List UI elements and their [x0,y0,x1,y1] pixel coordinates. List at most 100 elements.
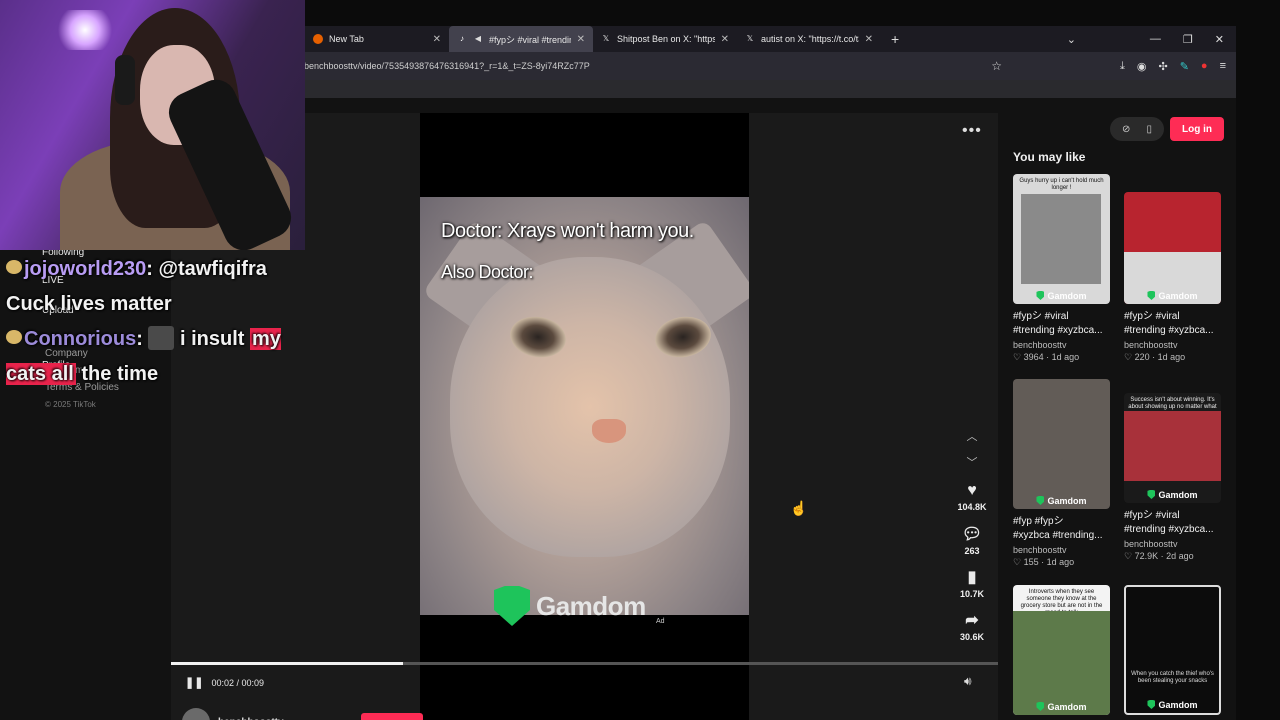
follow-button[interactable] [361,713,423,720]
video-frame[interactable] [420,197,749,615]
pause-icon[interactable]: ❚❚ [185,676,203,689]
thumbnail-image [1021,194,1101,284]
gamdom-watermark: Gamdom [1124,490,1221,500]
gamdom-watermark: Gamdom [1013,291,1110,301]
card-title[interactable]: #fypシ #viral #trending #xyzbca... [1013,310,1110,338]
extensions-icon[interactable]: ✣ [1158,60,1167,73]
download-icon[interactable]: ⤓ [1120,60,1125,73]
top-controls: ⊘ ▯ Log in [1110,117,1224,141]
video-thumbnail[interactable]: Guys hurry up i can't hold much longer !… [1013,174,1110,304]
video-thumbnail[interactable]: Success isn't about winning. It's about … [1124,393,1221,503]
save-button[interactable]: ▮ 10.7K [952,567,992,599]
thumbnail-overlay-text: Success isn't about winning. It's about … [1128,397,1217,410]
address-bar[interactable]: benchboosttv/video/7535493876476316941?_… [300,56,1006,76]
volume-icon[interactable]: 🔊︎ [964,674,972,689]
video-caption-line1: Doctor: Xrays won't harm you. [441,220,694,242]
close-icon[interactable]: ✕ [721,34,729,45]
chat-overlay: jojoworld230: @tawfiqifra Cuck lives mat… [6,252,306,392]
recommended-video-card[interactable]: Gamdom #fyp #fypシ #xyzbca #trending... b… [1013,379,1110,568]
chat-message: Connorious: i insult my cats all the tim… [6,326,281,385]
close-window-icon[interactable]: ✕ [1215,33,1224,46]
restore-icon[interactable]: ❐ [1183,33,1193,46]
like-button[interactable]: ♥ 104.8K [952,482,992,512]
avatar [182,708,210,720]
card-title[interactable]: #fypシ #viral #trending #xyzbca... [1124,509,1221,537]
progress-fill [171,662,403,665]
chevron-down-icon[interactable]: ⌄ [1067,33,1076,46]
gamdom-watermark: Gamdom [1124,291,1221,301]
card-meta: ♡ 72.9K · 2d ago [1124,551,1194,561]
card-age: 1d ago [1051,352,1080,362]
lamp-glow [55,10,115,50]
video-thumbnail[interactable]: Gamdom [1013,379,1110,509]
heart-icon: ♡ [1013,557,1022,567]
card-author[interactable]: benchboosttv [1124,340,1221,350]
chat-username: jojoworld230 [24,258,147,280]
video-thumbnail[interactable]: When you catch the thief who's been stea… [1124,585,1221,715]
chat-text: i insult [180,328,245,350]
tab-new-tab[interactable]: New Tab ✕ [305,26,449,52]
heart-icon: ♡ [1013,352,1022,362]
card-title[interactable]: #fyp #fypシ #xyzbca #trending... [1013,515,1110,543]
comment-count: 263 [964,546,980,556]
x-icon: 𝕏 [746,34,754,43]
compass-icon[interactable]: ⊘ [1122,124,1130,135]
view-toggle[interactable]: ⊘ ▯ [1110,117,1164,141]
video-author[interactable]: benchboosttv [182,708,284,720]
cat-face [450,257,730,557]
login-button[interactable]: Log in [1170,117,1224,141]
video-progress-bar[interactable] [171,662,998,665]
screen: New Tab ✕ ♪ ◀ #fypシ #viral #trending #x … [0,0,1280,720]
close-icon[interactable]: ✕ [577,34,585,45]
tab-x-shitpost[interactable]: 𝕏 Shitpost Ben on X: "https://t.co ✕ [593,26,737,52]
time-display: 00:02 / 00:09 [211,677,264,688]
recommended-video-card[interactable]: Success isn't about winning. It's about … [1124,393,1221,562]
recommended-video-card[interactable]: Introverts when they see someone they kn… [1013,585,1110,715]
chat-badge-icon [6,260,22,274]
card-meta: ♡ 220 · 1d ago [1124,352,1186,362]
url-text: benchboosttv/video/7535493876476316941?_… [304,61,590,71]
card-title[interactable]: #fypシ #viral #trending #xyzbca... [1124,310,1221,338]
gamdom-watermark: Gamdom [1013,702,1110,712]
gamdom-shield-icon [494,586,530,626]
menu-icon[interactable]: ≡ [1220,60,1226,72]
card-author[interactable]: benchboosttv [1013,340,1110,350]
gamdom-watermark: Gamdom [1126,700,1219,710]
share-button[interactable]: ➦ 30.6K [952,610,992,642]
video-thumbnail[interactable]: Gamdom [1124,192,1221,304]
speaker-icon[interactable]: ◀ [473,34,483,44]
card-likes: 72.9K [1134,551,1159,561]
headphones [115,55,135,105]
account-icon[interactable]: ◉ [1137,60,1147,73]
bookmark-star-icon[interactable]: ☆ [991,59,1006,73]
close-icon[interactable]: ✕ [433,34,441,45]
new-tab-button[interactable]: + [881,31,909,47]
video-thumbnail[interactable]: Introverts when they see someone they kn… [1013,585,1110,715]
tab-x-autist[interactable]: 𝕏 autist on X: "https://t.co/t3tNCV ✕ [737,26,881,52]
webcam-overlay [0,0,305,250]
card-author[interactable]: benchboosttv [1124,539,1221,549]
extension-icon[interactable]: ✎ [1180,60,1189,73]
video-caption-line2: Also Doctor: [441,262,534,282]
phone-icon[interactable]: ▯ [1146,124,1152,135]
tab-title: #fypシ #viral #trending #x [489,34,571,45]
tab-tiktok[interactable]: ♪ ◀ #fypシ #viral #trending #x ✕ [449,26,593,52]
card-author[interactable]: benchboosttv [1013,545,1110,555]
chevron-down-icon[interactable]: ﹀ [952,454,992,470]
comment-button[interactable]: 💬︎ 263 [952,524,992,556]
chevron-up-icon[interactable]: ︿ [952,428,992,444]
close-icon[interactable]: ✕ [865,34,873,45]
card-age: 2d ago [1166,551,1194,561]
bookmark-icon: ▮ [967,569,977,586]
share-count: 30.6K [959,632,985,642]
recommended-video-card[interactable]: When you catch the thief who's been stea… [1124,585,1221,715]
card-meta: ♡ 3964 · 1d ago [1013,352,1080,362]
more-options-icon[interactable]: ••• [962,122,982,140]
recommended-video-card[interactable]: Gamdom #fypシ #viral #trending #xyzbca...… [1124,192,1221,363]
tab-title: Shitpost Ben on X: "https://t.co [617,34,715,44]
card-likes: 3964 [1023,352,1044,362]
extension-badge-icon[interactable]: ● [1201,60,1208,72]
minimize-icon[interactable]: — [1150,33,1161,45]
chat-emote-icon [148,326,175,350]
recommended-video-card[interactable]: Guys hurry up i can't hold much longer !… [1013,174,1110,363]
